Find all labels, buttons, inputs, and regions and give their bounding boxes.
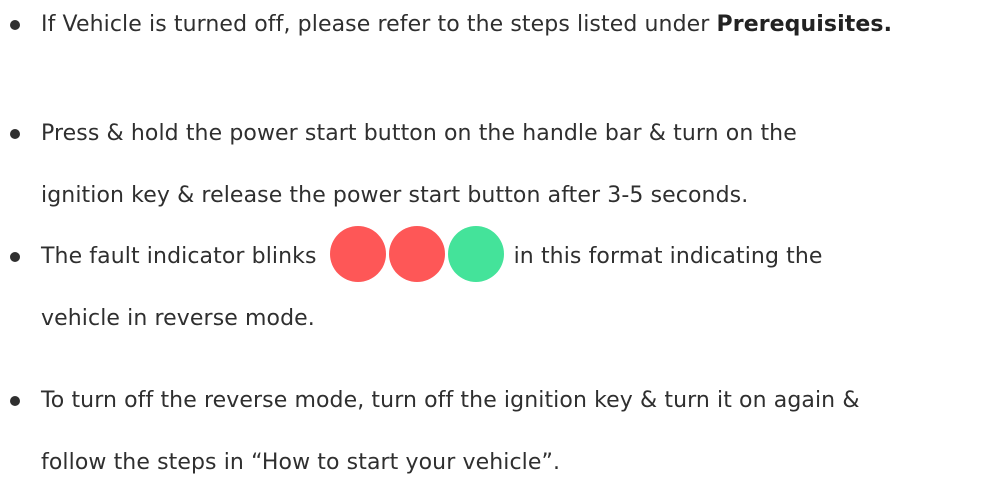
text-line: To turn off the reverse mode, turn off t… bbox=[41, 388, 860, 413]
list-item-text: Press & hold the power start button on t… bbox=[41, 103, 995, 227]
list-item-text: To turn off the reverse mode, turn off t… bbox=[41, 370, 995, 494]
text-segment: in this format indicating the bbox=[513, 244, 823, 269]
prerequisites-label: Prerequisites. bbox=[716, 12, 893, 37]
bullet-icon bbox=[10, 129, 20, 139]
text-line: If Vehicle is turned off, please refer t… bbox=[41, 0, 995, 56]
fault-indicator-pattern bbox=[320, 226, 511, 282]
text-line: ignition key & release the power start b… bbox=[41, 183, 749, 208]
list-item-text: If Vehicle is turned off, please refer t… bbox=[41, 0, 995, 56]
text-segment: The fault indicator blinks bbox=[41, 244, 317, 269]
red-indicator-icon bbox=[329, 226, 386, 282]
text-segment: If Vehicle is turned off, please refer t… bbox=[41, 12, 717, 37]
list-item-text: The fault indicator blinks in this format… bbox=[41, 226, 995, 350]
bullet-icon bbox=[10, 20, 20, 30]
bullet-icon bbox=[10, 252, 20, 262]
bullet-icon bbox=[10, 396, 20, 406]
text-line: vehicle in reverse mode. bbox=[41, 306, 315, 331]
text-line: follow the steps in “How to start your v… bbox=[41, 450, 561, 475]
text-line: Press & hold the power start button on t… bbox=[41, 121, 797, 146]
red-indicator-icon bbox=[388, 226, 445, 282]
text-line: The fault indicator blinks in this format… bbox=[41, 226, 995, 288]
green-indicator-icon bbox=[447, 226, 504, 282]
